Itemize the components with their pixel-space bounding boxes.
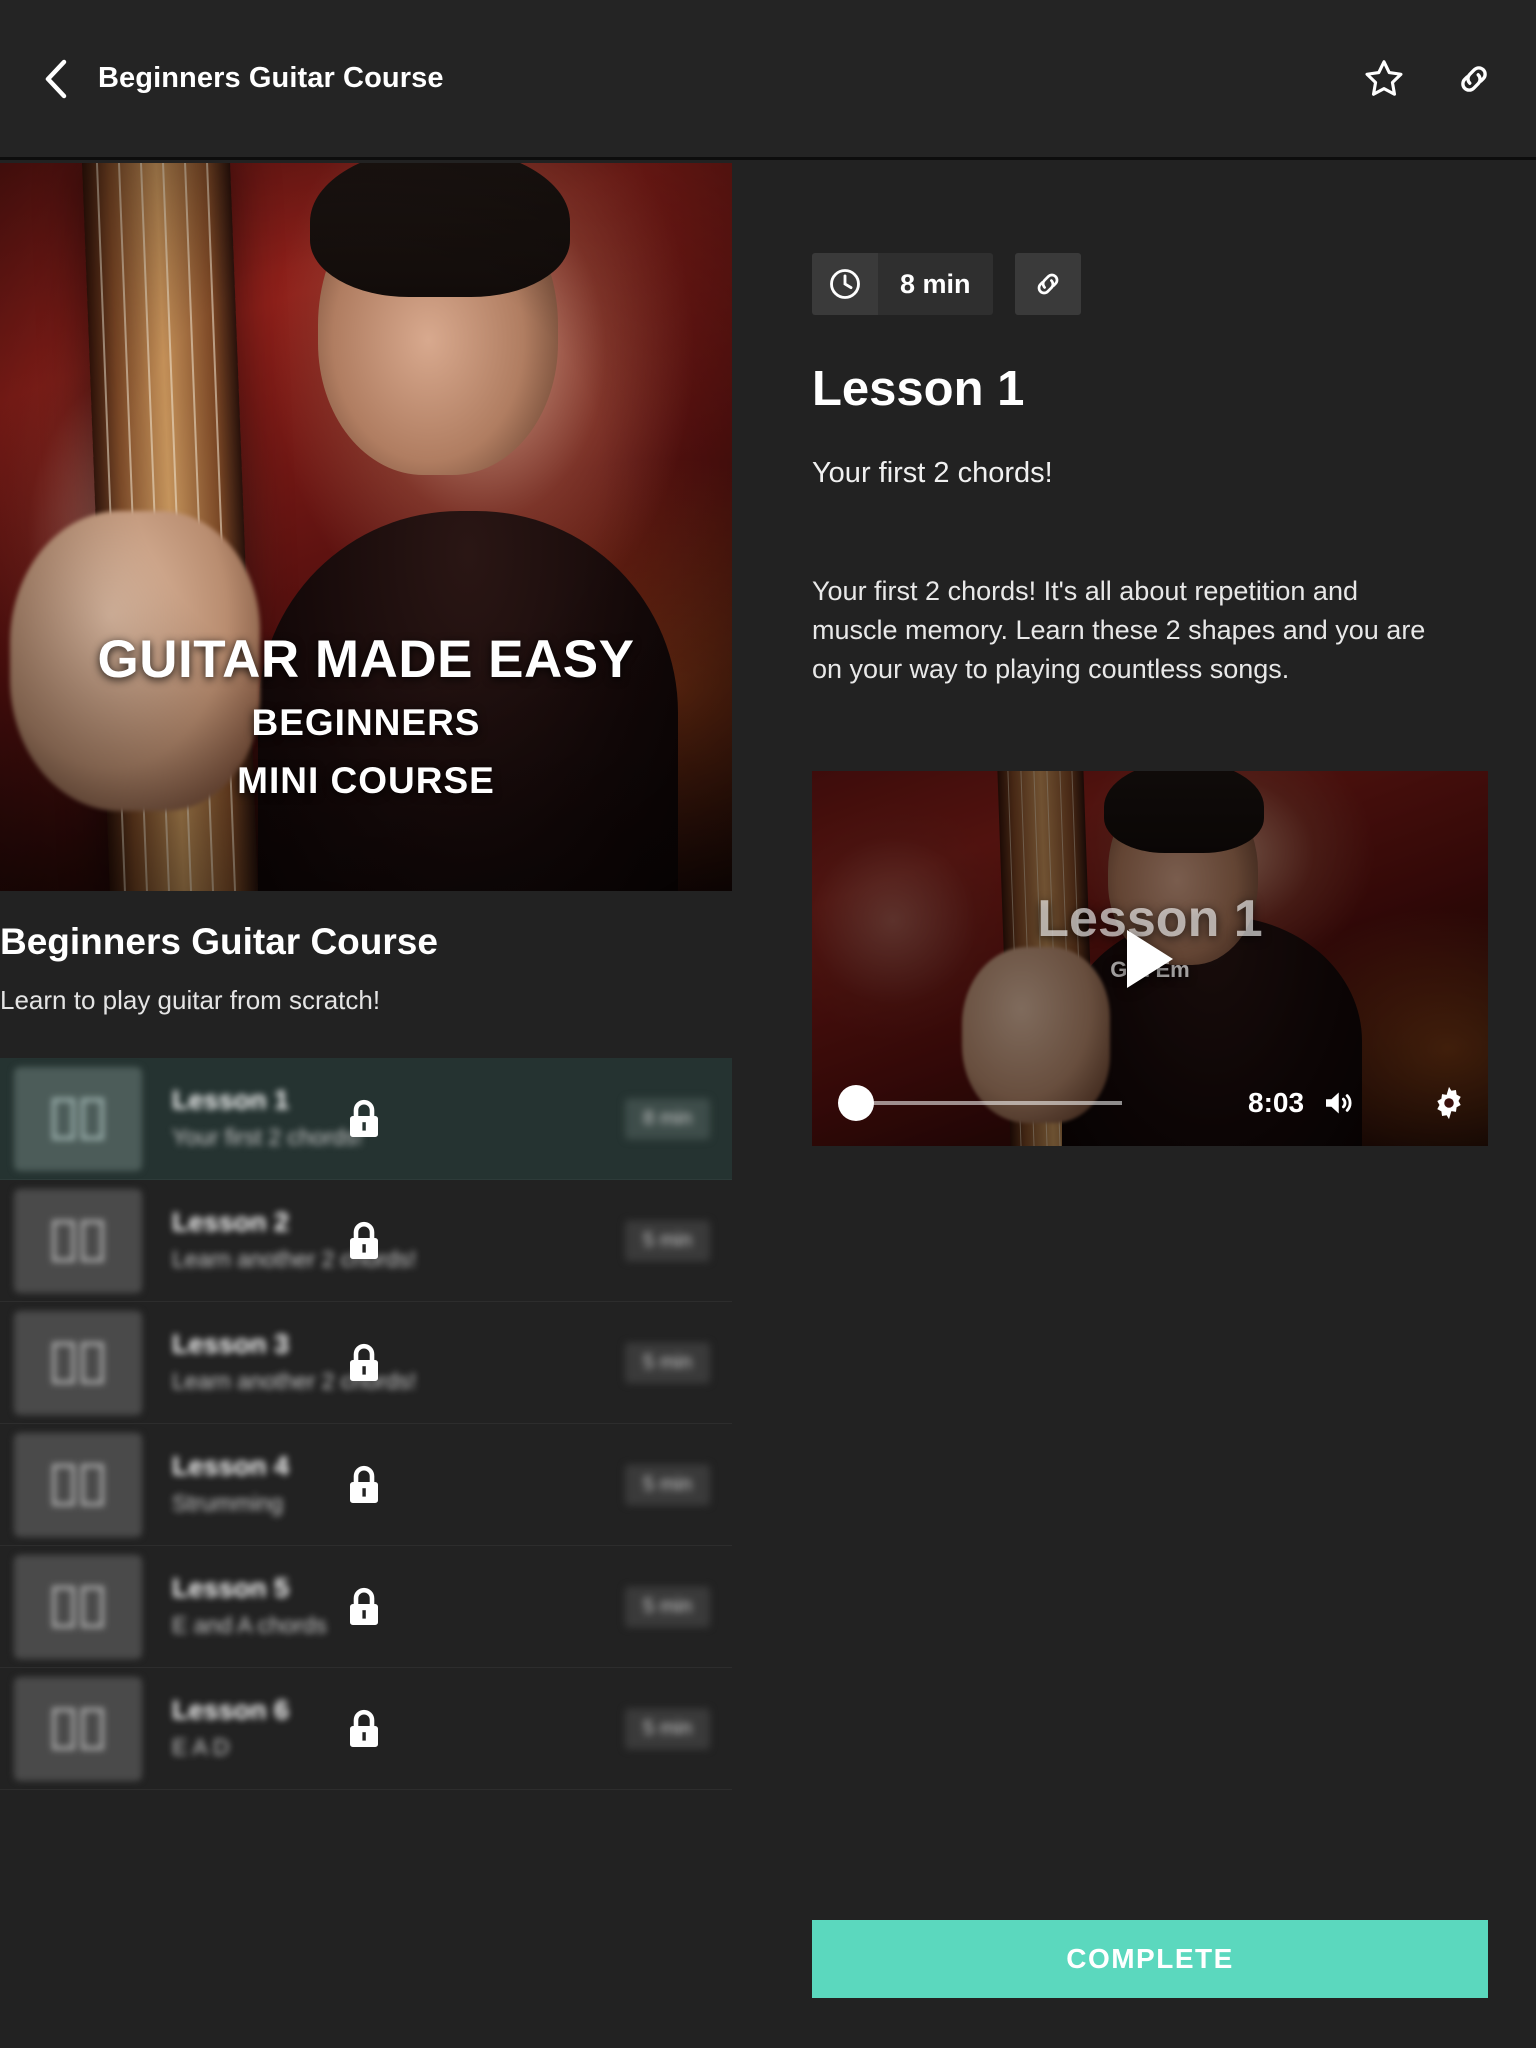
- video-time: 8:03: [1248, 1087, 1305, 1119]
- book-icon: [52, 1219, 104, 1262]
- hero-line-1: GUITAR MADE EASY: [97, 630, 635, 689]
- lesson-text-block: Lesson 4 Strumming: [172, 1450, 289, 1519]
- hero-line-3: MINI COURSE: [237, 760, 495, 801]
- share-link-button[interactable]: [1452, 57, 1496, 101]
- lesson-tagline: Your first 2 chords!: [812, 457, 1053, 489]
- lesson-duration: 5 min: [625, 1220, 710, 1261]
- book-icon: [52, 1707, 104, 1750]
- lesson-duration: 5 min: [625, 1342, 710, 1383]
- book-icon: [52, 1463, 104, 1506]
- lock-icon: [350, 1099, 378, 1137]
- lesson-thumbnail: [14, 1554, 142, 1659]
- lesson-list-item[interactable]: Lesson 4 Strumming 5 min: [0, 1424, 732, 1546]
- link-icon: [1461, 65, 1487, 92]
- lesson-thumbnail: [14, 1066, 142, 1171]
- hero-line-2: BEGINNERS: [251, 702, 481, 743]
- lock-icon: [350, 1465, 378, 1503]
- lesson-thumbnail: [14, 1310, 142, 1415]
- lesson-thumbnail: [14, 1432, 142, 1537]
- favorite-button[interactable]: [1362, 57, 1406, 101]
- video-controls: 8:03: [812, 1084, 1488, 1122]
- lesson-duration: 5 min: [625, 1708, 710, 1749]
- lesson-name: Lesson 1: [172, 1085, 290, 1116]
- page-title: Beginners Guitar Course: [98, 62, 444, 94]
- lesson-list-item[interactable]: Lesson 1 Your first 2 chords! 8 min: [0, 1058, 732, 1180]
- volume-button[interactable]: [1318, 1085, 1358, 1121]
- book-icon: [52, 1341, 104, 1384]
- volume-icon: [1326, 1092, 1352, 1114]
- lesson-thumbnail: [14, 1188, 142, 1293]
- lesson-heading: Lesson 1: [812, 362, 1025, 416]
- lock-icon: [350, 1709, 378, 1747]
- progress-scrubber[interactable]: [838, 1085, 1122, 1122]
- lesson-text-block: Lesson 1 Your first 2 chords!: [172, 1084, 363, 1153]
- lesson-list-item[interactable]: Lesson 2 Learn another 2 chords! 5 min: [0, 1180, 732, 1302]
- lesson-list-item[interactable]: Lesson 5 E and A chords 5 min: [0, 1546, 732, 1668]
- lesson-name: Lesson 4: [172, 1451, 290, 1482]
- chevron-left-icon: [45, 59, 67, 98]
- lesson-detail-panel: 8 min Lesson 1 Your first 2 chords! Your…: [732, 163, 1536, 2048]
- duration-text: 8 min: [878, 253, 993, 315]
- play-button[interactable]: [1127, 929, 1173, 988]
- book-icon: [52, 1097, 104, 1140]
- lesson-duration: 8 min: [625, 1098, 710, 1139]
- lesson-name: Lesson 5: [172, 1573, 290, 1604]
- course-hero-image: GUITAR MADE EASY BEGINNERS MINI COURSE: [0, 163, 732, 891]
- app-header: Beginners Guitar Course: [0, 0, 1536, 160]
- lesson-text-block: Lesson 5 E and A chords: [172, 1572, 327, 1641]
- clock-icon: [830, 269, 860, 299]
- course-title: Beginners Guitar Course: [0, 921, 438, 962]
- lock-icon: [350, 1587, 378, 1625]
- star-outline-icon: [1365, 59, 1403, 96]
- course-page: Beginners Guitar Course GUITAR MADE EASY…: [0, 0, 1536, 2048]
- lesson-description: E A D: [172, 1733, 230, 1760]
- lesson-duration: 5 min: [625, 1464, 710, 1505]
- progress-handle[interactable]: [838, 1085, 874, 1122]
- duration-badge: 8 min: [812, 253, 993, 315]
- lesson-text-block: Lesson 6 E A D: [172, 1694, 289, 1763]
- lesson-description: Your first 2 chords!: [172, 1123, 363, 1150]
- hero-overlay-text: GUITAR MADE EASY BEGINNERS MINI COURSE: [0, 633, 732, 802]
- lesson-duration: 5 min: [625, 1586, 710, 1627]
- lesson-body-text: Your first 2 chords! It's all about repe…: [812, 576, 1426, 685]
- progress-track: [856, 1101, 1122, 1106]
- complete-button[interactable]: COMPLETE: [812, 1920, 1488, 1998]
- video-player[interactable]: Lesson 1 G & Em 8:03: [812, 771, 1488, 1147]
- gear-icon: [1437, 1087, 1461, 1120]
- duration-icon-box: [812, 253, 878, 315]
- course-sidebar: GUITAR MADE EASY BEGINNERS MINI COURSE B…: [0, 163, 732, 2048]
- lock-icon: [350, 1221, 378, 1259]
- book-icon: [52, 1585, 104, 1628]
- lesson-share-button[interactable]: [1014, 253, 1081, 315]
- lesson-meta-row: 8 min: [812, 253, 1536, 315]
- lesson-list: Lesson 1 Your first 2 chords! 8 min Less…: [0, 1058, 732, 1790]
- lesson-list-item[interactable]: Lesson 6 E A D 5 min: [0, 1668, 732, 1790]
- header-actions: [1362, 57, 1496, 101]
- lesson-thumbnail: [14, 1676, 142, 1781]
- course-subtitle: Learn to play guitar from scratch!: [0, 985, 381, 1015]
- lesson-description: Strumming: [172, 1489, 284, 1516]
- settings-button[interactable]: [1430, 1084, 1468, 1122]
- link-icon: [1037, 273, 1058, 295]
- back-button[interactable]: [28, 51, 84, 107]
- lock-icon: [350, 1343, 378, 1381]
- lesson-description: E and A chords: [172, 1611, 327, 1638]
- lesson-list-item[interactable]: Lesson 3 Learn another 2 chords! 5 min: [0, 1302, 732, 1424]
- lesson-name: Lesson 6: [172, 1695, 290, 1726]
